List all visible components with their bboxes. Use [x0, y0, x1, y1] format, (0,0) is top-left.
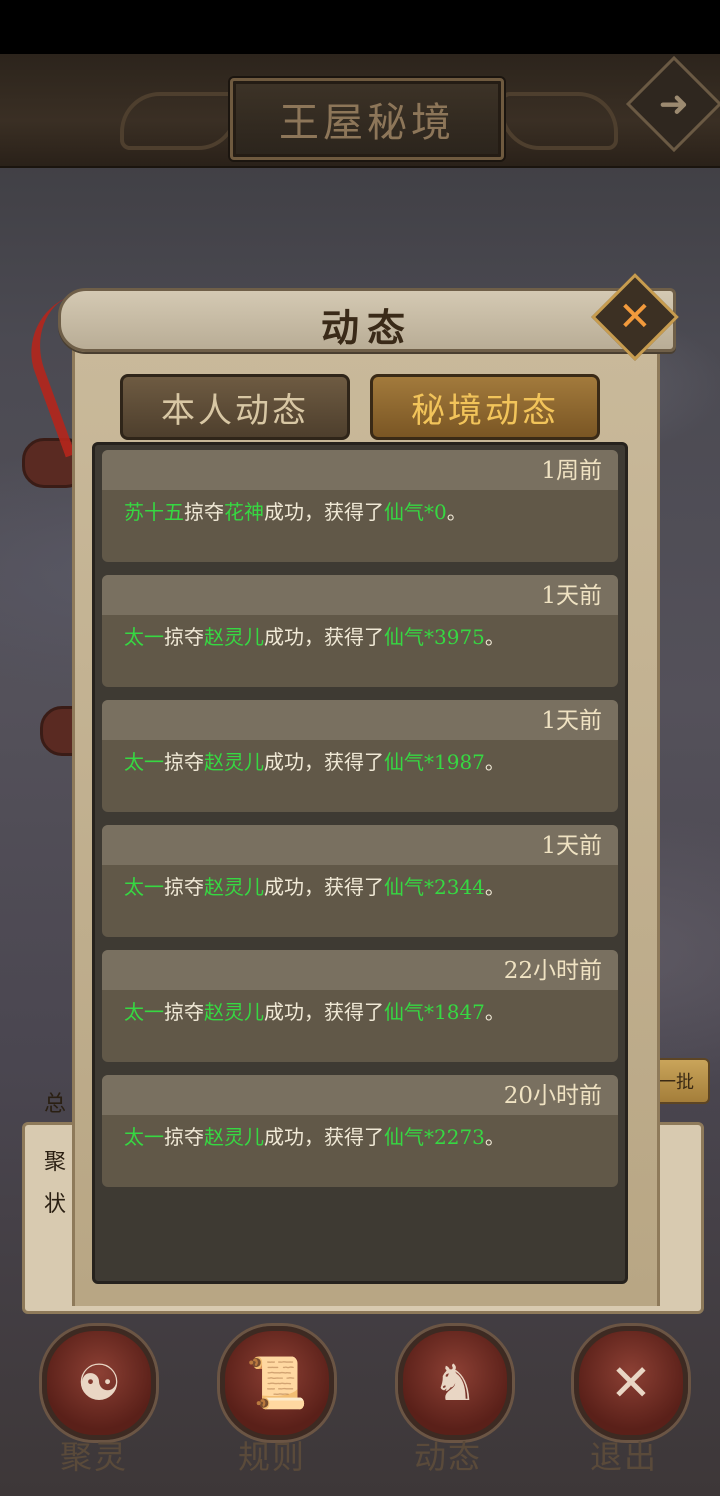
rules-button[interactable]: 📜: [220, 1326, 334, 1440]
page-title-plate: 王屋秘境: [230, 78, 504, 160]
entry-message: 太一掠夺赵灵儿成功，获得了仙气*2273。: [124, 1125, 505, 1149]
figure-icon: ♞: [432, 1354, 478, 1412]
tab-self-activity[interactable]: 本人动态: [120, 374, 350, 440]
entry-time: 1天前: [102, 700, 618, 740]
activity-button[interactable]: ♞: [398, 1326, 512, 1440]
entry-message: 太一掠夺赵灵儿成功，获得了仙气*1847。: [124, 1000, 505, 1024]
tab-realm-activity[interactable]: 秘境动态: [370, 374, 600, 440]
list-item: 1天前 太一掠夺赵灵儿成功，获得了仙气*2344。: [102, 825, 618, 937]
dialog-header: 动态: [58, 288, 676, 352]
status-bar: [0, 0, 720, 54]
yin-yang-icon: ☯: [76, 1354, 122, 1412]
dialog-title: 动态: [320, 305, 413, 350]
gather-spirit-label: 聚灵: [59, 1438, 128, 1476]
entry-time: 1天前: [102, 575, 618, 615]
entry-time: 1天前: [102, 825, 618, 865]
exit-label: 退出: [589, 1438, 658, 1476]
entry-message: 太一掠夺赵灵儿成功，获得了仙气*1987。: [124, 750, 505, 774]
arrow-right-icon: ➜: [658, 83, 690, 125]
entry-time: 1周前: [102, 450, 618, 490]
page-title: 王屋秘境: [279, 100, 455, 146]
close-x-icon: ✕: [618, 293, 652, 340]
rules-label: 规则: [237, 1438, 306, 1476]
ornament-right: [500, 92, 618, 150]
entry-message: 太一掠夺赵灵儿成功，获得了仙气*2344。: [124, 875, 505, 899]
exit-x-icon: ✕: [610, 1354, 652, 1412]
list-item: 1天前 太一掠夺赵灵儿成功，获得了仙气*3975。: [102, 575, 618, 687]
list-item: 20小时前 太一掠夺赵灵儿成功，获得了仙气*2273。: [102, 1075, 618, 1187]
list-item: 22小时前 太一掠夺赵灵儿成功，获得了仙气*1847。: [102, 950, 618, 1062]
entry-message: 太一掠夺赵灵儿成功，获得了仙气*3975。: [124, 625, 505, 649]
bg-label-total: 总: [44, 1092, 67, 1117]
entry-message: 苏十五掠夺花神成功，获得了仙气*0。: [124, 500, 467, 524]
exit-button[interactable]: ✕: [574, 1326, 688, 1440]
gather-spirit-button[interactable]: ☯: [42, 1326, 156, 1440]
list-item: 1周前 苏十五掠夺花神成功，获得了仙气*0。: [102, 450, 618, 562]
entry-time: 20小时前: [102, 1075, 618, 1115]
activity-label: 动态: [413, 1438, 482, 1476]
list-item: 1天前 太一掠夺赵灵儿成功，获得了仙气*1987。: [102, 700, 618, 812]
bg-label-zhuang: 状: [44, 1192, 67, 1217]
ornament-left: [120, 92, 238, 150]
scroll-icon: 📜: [245, 1354, 309, 1412]
entry-time: 22小时前: [102, 950, 618, 990]
bg-label-ju: 聚: [44, 1150, 67, 1175]
